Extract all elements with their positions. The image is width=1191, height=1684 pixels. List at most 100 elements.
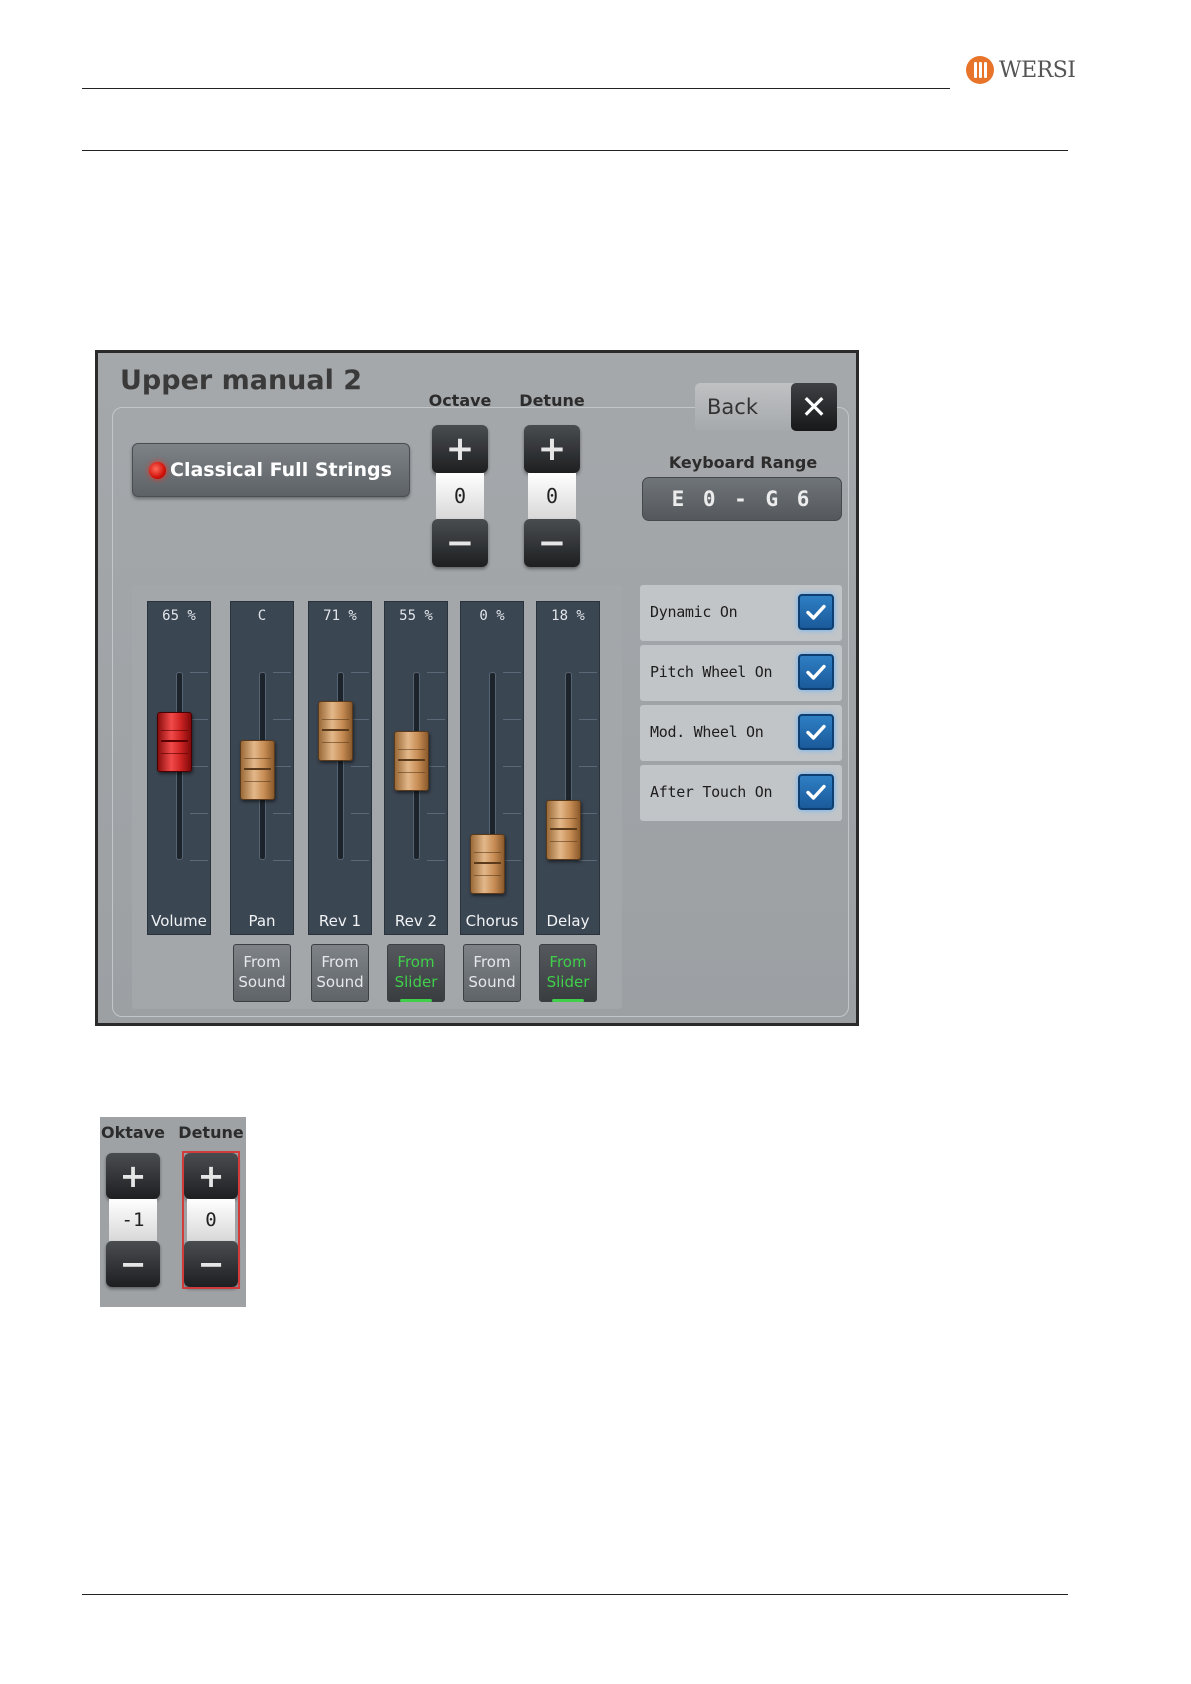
detune-label: Detune bbox=[178, 1123, 244, 1142]
source-button[interactable]: From Slider bbox=[539, 944, 597, 1002]
slider-tick bbox=[503, 766, 521, 767]
slider-tick bbox=[351, 766, 369, 767]
slider-tick bbox=[427, 766, 445, 767]
option-label: Dynamic On bbox=[650, 603, 738, 621]
close-icon[interactable]: ✕ bbox=[791, 383, 837, 431]
slider-tick bbox=[503, 672, 521, 673]
detune-value: 0 bbox=[187, 1199, 235, 1241]
slider-tick bbox=[579, 719, 597, 720]
channel-value: C bbox=[257, 608, 267, 624]
mixer-panel: 65 % Volume C Pan From Sound 71 % Rev 1 From So… bbox=[132, 585, 622, 1009]
detune-stepper: Detune + 0 − bbox=[519, 391, 585, 567]
fader-knob[interactable] bbox=[546, 800, 581, 861]
slider-tick bbox=[190, 672, 208, 673]
header-rule bbox=[82, 88, 950, 89]
source-button[interactable]: From Slider bbox=[387, 944, 445, 1002]
upper-manual-screen: Upper manual 2 Classical Full Strings Oc… bbox=[95, 350, 859, 1026]
channel-delay: 18 % Delay bbox=[536, 601, 600, 935]
slider-tick bbox=[351, 813, 369, 814]
keyboard-range-button[interactable]: E 0 - G 6 bbox=[642, 477, 842, 521]
channel-rev-1: 71 % Rev 1 bbox=[308, 601, 372, 935]
wersi-logo: WERSI bbox=[966, 56, 1076, 84]
back-label: Back bbox=[707, 395, 758, 419]
option-dynamic-on[interactable]: Dynamic On bbox=[640, 585, 842, 641]
checkbox-checked-icon[interactable] bbox=[798, 594, 834, 630]
detune-value: 0 bbox=[528, 473, 576, 519]
channel-value: 55 % bbox=[399, 608, 433, 624]
slider-tick bbox=[351, 860, 369, 861]
slider-tick bbox=[579, 860, 597, 861]
wersi-logo-icon bbox=[966, 56, 994, 84]
option-label: After Touch On bbox=[650, 783, 773, 801]
slider-tick bbox=[190, 719, 208, 720]
oktave-plus-button[interactable]: + bbox=[106, 1153, 160, 1199]
channel-name: Volume bbox=[151, 912, 207, 930]
oktave-value: -1 bbox=[109, 1199, 157, 1241]
back-button[interactable]: Back ✕ bbox=[695, 383, 837, 431]
detune-minus-button[interactable]: − bbox=[524, 519, 580, 567]
slider-tick bbox=[273, 813, 291, 814]
fader-knob[interactable] bbox=[318, 700, 353, 761]
slider-tick bbox=[273, 719, 291, 720]
fader-knob[interactable] bbox=[240, 740, 275, 800]
octave-value: 0 bbox=[436, 473, 484, 519]
detune-plus-button[interactable]: + bbox=[524, 425, 580, 473]
header-rule-lower bbox=[82, 150, 1068, 151]
slider-tick bbox=[503, 813, 521, 814]
option-label: Mod. Wheel On bbox=[650, 723, 764, 741]
channel-name: Rev 2 bbox=[394, 912, 438, 930]
source-button[interactable]: From Sound bbox=[233, 944, 291, 1002]
channel-volume: 65 % Volume bbox=[147, 601, 211, 935]
slider-tick bbox=[273, 766, 291, 767]
slider-tick bbox=[273, 672, 291, 673]
channel-chorus: 0 % Chorus bbox=[460, 601, 524, 935]
fader-knob[interactable] bbox=[157, 711, 192, 772]
option-label: Pitch Wheel On bbox=[650, 663, 773, 681]
channel-value: 0 % bbox=[479, 608, 505, 624]
slider-tick bbox=[579, 766, 597, 767]
fader-knob[interactable] bbox=[470, 834, 505, 894]
slider-tick bbox=[427, 813, 445, 814]
slider-tick bbox=[273, 860, 291, 861]
slider-tick bbox=[427, 672, 445, 673]
source-button[interactable]: From Sound bbox=[463, 944, 521, 1002]
checkbox-checked-icon[interactable] bbox=[798, 714, 834, 750]
slider-tick bbox=[427, 860, 445, 861]
checkbox-checked-icon[interactable] bbox=[798, 654, 834, 690]
channel-name: Chorus bbox=[465, 912, 519, 930]
led-indicator-icon bbox=[149, 461, 166, 479]
checkbox-checked-icon[interactable] bbox=[798, 774, 834, 810]
oktave-minus-button[interactable]: − bbox=[106, 1241, 160, 1287]
keyboard-range-label: Keyboard Range bbox=[668, 453, 818, 472]
slider-tick bbox=[579, 672, 597, 673]
channel-value: 18 % bbox=[551, 608, 585, 624]
channel-rev-2: 55 % Rev 2 bbox=[384, 601, 448, 935]
fader-knob[interactable] bbox=[394, 730, 429, 791]
sound-select-button[interactable]: Classical Full Strings bbox=[132, 443, 410, 497]
detune-plus-button[interactable]: + bbox=[184, 1153, 238, 1199]
stepper-example: Oktave + -1 − Detune + 0 − bbox=[100, 1117, 246, 1307]
slider-tick bbox=[351, 719, 369, 720]
logo-text: WERSI bbox=[999, 57, 1076, 83]
source-button[interactable]: From Sound bbox=[311, 944, 369, 1002]
channel-pan: C Pan bbox=[230, 601, 294, 935]
detune-label: Detune bbox=[519, 391, 585, 410]
channel-name: Rev 1 bbox=[318, 912, 362, 930]
slider-tick bbox=[503, 719, 521, 720]
channel-value: 71 % bbox=[323, 608, 357, 624]
octave-plus-button[interactable]: + bbox=[432, 425, 488, 473]
option-after-touch-on[interactable]: After Touch On bbox=[640, 765, 842, 821]
octave-stepper: Octave + 0 − bbox=[429, 391, 491, 567]
slider-tick bbox=[190, 813, 208, 814]
option-pitch-wheel-on[interactable]: Pitch Wheel On bbox=[640, 645, 842, 701]
detune-stepper-selected: Detune + 0 − bbox=[178, 1123, 244, 1289]
detune-minus-button[interactable]: − bbox=[184, 1241, 238, 1287]
page-title: Upper manual 2 bbox=[120, 365, 363, 396]
sound-name: Classical Full Strings bbox=[170, 459, 392, 481]
slider-tick bbox=[427, 719, 445, 720]
octave-minus-button[interactable]: − bbox=[432, 519, 488, 567]
option-mod-wheel-on[interactable]: Mod. Wheel On bbox=[640, 705, 842, 761]
slider-tick bbox=[190, 766, 208, 767]
octave-label: Octave bbox=[428, 391, 492, 410]
oktave-label: Oktave bbox=[101, 1123, 165, 1142]
